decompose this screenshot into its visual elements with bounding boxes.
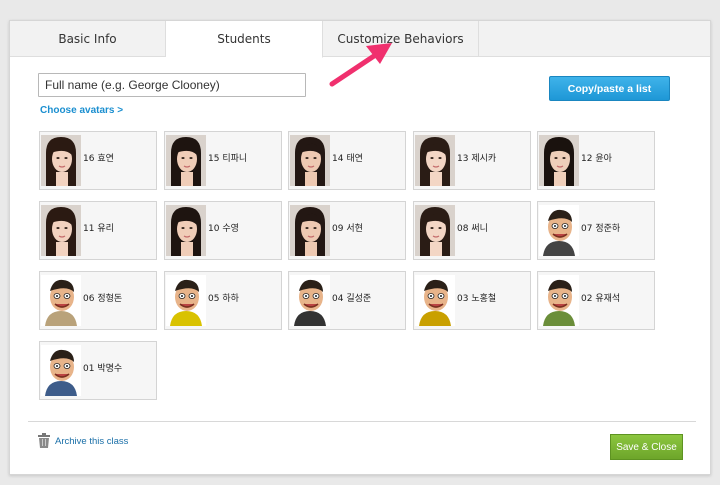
- student-card[interactable]: 09 서현: [288, 201, 406, 260]
- student-card[interactable]: 03 노홍철: [413, 271, 531, 330]
- student-photo-avatar: [166, 135, 206, 186]
- student-card[interactable]: 08 써니: [413, 201, 531, 260]
- student-photo-avatar: [166, 205, 206, 256]
- student-name-label: 16 효연: [83, 154, 114, 164]
- pointer-arrow-icon: [318, 32, 398, 97]
- student-name-label: 06 정형돈: [83, 294, 123, 304]
- student-caricature-avatar: [41, 275, 81, 326]
- save-close-button[interactable]: Save & Close: [610, 434, 683, 460]
- student-photo-avatar: [290, 135, 330, 186]
- student-caricature-avatar: [539, 275, 579, 326]
- tab-bar-filler: [479, 21, 710, 57]
- student-name-label: 03 노홍철: [457, 294, 497, 304]
- student-name-label: 05 하하: [208, 294, 239, 304]
- tab-basic-info[interactable]: Basic Info: [10, 21, 166, 57]
- student-name-label: 08 써니: [457, 224, 488, 234]
- student-photo-avatar: [415, 135, 455, 186]
- student-name-label: 02 유재석: [581, 294, 621, 304]
- student-name-label: 07 정준하: [581, 224, 621, 234]
- copy-paste-list-button[interactable]: Copy/paste a list: [549, 76, 670, 101]
- student-name-label: 15 티파니: [208, 154, 248, 164]
- student-card[interactable]: 01 박명수: [39, 341, 157, 400]
- student-photo-avatar: [539, 135, 579, 186]
- archive-class-label: Archive this class: [55, 436, 129, 447]
- student-card[interactable]: 15 티파니: [164, 131, 282, 190]
- footer-divider: [28, 421, 696, 422]
- student-photo-avatar: [290, 205, 330, 256]
- trash-icon: [38, 433, 50, 453]
- student-caricature-avatar: [415, 275, 455, 326]
- student-name-label: 09 서현: [332, 224, 363, 234]
- student-card[interactable]: 16 효연: [39, 131, 157, 190]
- student-card[interactable]: 10 수영: [164, 201, 282, 260]
- tab-students[interactable]: Students: [166, 21, 323, 58]
- student-caricature-avatar: [539, 205, 579, 256]
- student-card[interactable]: 07 정준하: [537, 201, 655, 260]
- student-name-input[interactable]: [38, 73, 306, 97]
- student-card[interactable]: 02 유재석: [537, 271, 655, 330]
- student-name-label: 14 태연: [332, 154, 363, 164]
- student-card[interactable]: 12 윤아: [537, 131, 655, 190]
- student-name-label: 11 유리: [83, 224, 114, 234]
- student-name-label: 01 박명수: [83, 364, 123, 374]
- student-caricature-avatar: [290, 275, 330, 326]
- student-name-label: 13 제시카: [457, 154, 497, 164]
- student-photo-avatar: [41, 135, 81, 186]
- student-card[interactable]: 04 길성준: [288, 271, 406, 330]
- student-name-label: 12 윤아: [581, 154, 612, 164]
- student-card[interactable]: 14 태연: [288, 131, 406, 190]
- student-name-label: 10 수영: [208, 224, 239, 234]
- student-caricature-avatar: [166, 275, 206, 326]
- student-card[interactable]: 06 정형돈: [39, 271, 157, 330]
- student-name-label: 04 길성준: [332, 294, 372, 304]
- student-card[interactable]: 11 유리: [39, 201, 157, 260]
- student-caricature-avatar: [41, 345, 81, 396]
- student-card[interactable]: 13 제시카: [413, 131, 531, 190]
- student-photo-avatar: [415, 205, 455, 256]
- choose-avatars-link[interactable]: Choose avatars >: [40, 105, 123, 116]
- student-photo-avatar: [41, 205, 81, 256]
- student-card[interactable]: 05 하하: [164, 271, 282, 330]
